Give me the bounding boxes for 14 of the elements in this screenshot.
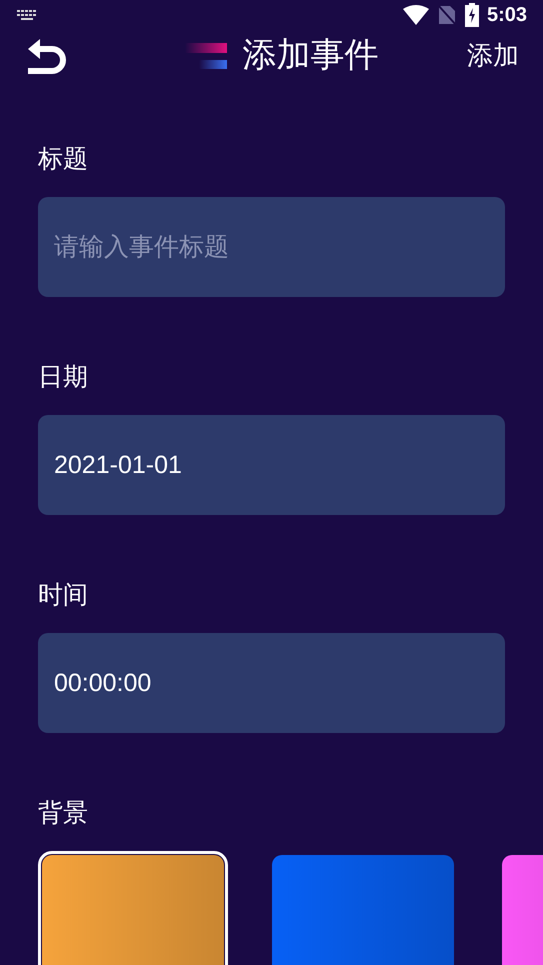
add-button[interactable]: 添加: [467, 36, 519, 75]
page-title: 添加事件: [242, 35, 378, 76]
input-field[interactable]: 2021-01-01: [38, 415, 505, 515]
field-label: 标题: [38, 144, 89, 175]
keyboard-icon: [16, 9, 38, 21]
input-field[interactable]: 00:00:00: [38, 633, 505, 733]
wifi-icon: [402, 5, 429, 25]
section-label: 背景: [38, 798, 89, 829]
no-sim-icon: [436, 4, 457, 26]
input-field[interactable]: 请输入事件标题: [38, 197, 505, 297]
field-label: 时间: [38, 580, 89, 611]
field-label: 日期: [38, 362, 89, 393]
battery-charging-icon: [464, 3, 479, 27]
status-time: 5:03: [486, 3, 527, 28]
